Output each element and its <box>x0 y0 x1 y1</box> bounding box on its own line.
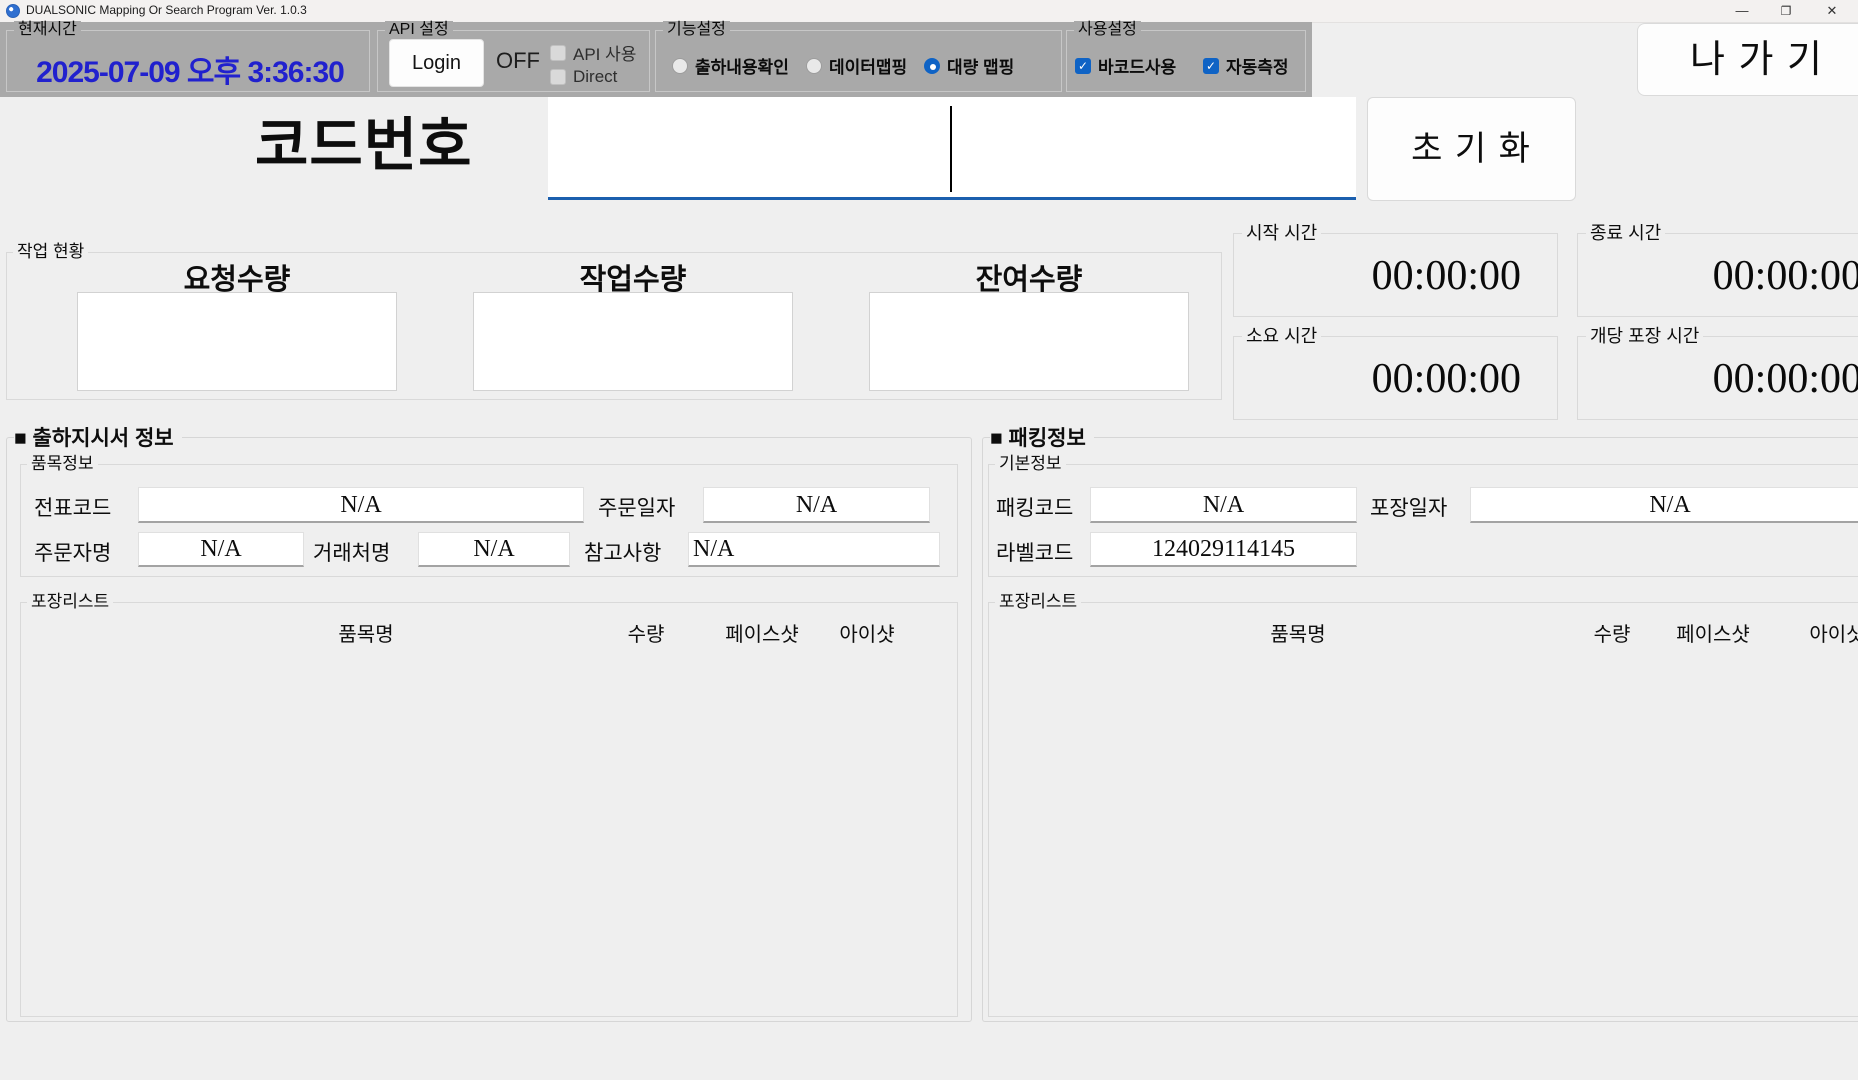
shipping-check-label: 출하내용확인 <box>695 53 789 78</box>
current-time-group: 현재시간 2025-07-09 오후 3:36:30 <box>6 30 370 92</box>
ship-col-eye-shot: 아이샷 <box>817 618 917 647</box>
packing-packing-list-group: 포장리스트 <box>988 602 1858 1017</box>
ship-col-face-shot: 페이스샷 <box>712 618 812 647</box>
remarks-label: 참고사항 <box>584 537 661 567</box>
minimize-icon[interactable]: — <box>1722 0 1762 22</box>
start-time-label: 시작 시간 <box>1242 223 1321 243</box>
pack-col-face-shot: 페이스샷 <box>1663 618 1763 647</box>
shipping-info-title: ■ 출하지시서 정보 <box>14 422 182 452</box>
data-mapping-label: 데이터맵핑 <box>829 53 907 78</box>
function-settings-group: 기능설정 출하내용확인 데이터맵핑 대량 맵핑 <box>655 30 1062 92</box>
orderer-name-label: 주문자명 <box>34 537 111 567</box>
packing-date-label: 포장일자 <box>1370 492 1447 522</box>
reset-button[interactable]: 초 기 화 <box>1367 97 1576 201</box>
bulk-mapping-radio-icon[interactable] <box>924 58 940 74</box>
per-unit-packing-time-group: 개당 포장 시간 00:00:00 <box>1577 336 1858 420</box>
settings-panel: 현재시간 2025-07-09 오후 3:36:30 API 설정 Login … <box>0 22 1312 97</box>
current-time-label: 현재시간 <box>14 21 81 39</box>
per-unit-packing-time-label: 개당 포장 시간 <box>1586 326 1703 346</box>
checkbox-barcode-use[interactable]: 바코드사용 <box>1075 53 1176 78</box>
shipping-packing-list-label: 포장리스트 <box>27 592 113 612</box>
api-status-text: OFF <box>496 48 556 74</box>
maximize-icon[interactable]: ❐ <box>1766 0 1806 22</box>
start-time-value: 00:00:00 <box>1234 252 1557 300</box>
ship-col-item-name: 품목명 <box>286 618 446 647</box>
api-use-checkbox-icon[interactable] <box>550 45 566 61</box>
packing-date-value[interactable]: N/A <box>1470 487 1858 523</box>
packing-code-value[interactable]: N/A <box>1090 487 1357 523</box>
ship-col-qty: 수량 <box>606 618 686 647</box>
slip-code-value[interactable]: N/A <box>138 487 584 523</box>
api-settings-label: API 설정 <box>385 21 453 39</box>
close-icon[interactable]: ✕ <box>1812 0 1852 22</box>
barcode-use-checkbox-icon[interactable] <box>1075 58 1091 74</box>
pack-col-qty: 수량 <box>1572 618 1652 647</box>
text-caret <box>950 106 952 192</box>
usage-settings-group: 사용설정 바코드사용 자동측정 <box>1066 30 1306 92</box>
radio-data-mapping[interactable]: 데이터맵핑 <box>806 53 907 78</box>
shipping-packing-list-group: 포장리스트 <box>20 602 958 1017</box>
label-code-label: 라벨코드 <box>996 537 1073 567</box>
per-unit-packing-time-value: 00:00:00 <box>1578 355 1858 403</box>
end-time-value: 00:00:00 <box>1578 252 1858 300</box>
shipping-check-radio-icon[interactable] <box>672 58 688 74</box>
title-bar: DUALSONIC Mapping Or Search Program Ver.… <box>0 0 1858 23</box>
bulk-mapping-label: 대량 맵핑 <box>947 53 1014 78</box>
order-date-value[interactable]: N/A <box>703 487 930 523</box>
packing-code-label: 패킹코드 <box>996 492 1073 522</box>
checkbox-auto-measure[interactable]: 자동측정 <box>1203 53 1289 78</box>
order-date-label: 주문일자 <box>598 492 675 522</box>
requested-qty-value <box>77 292 397 391</box>
basic-info-label: 기본정보 <box>995 454 1066 474</box>
end-time-label: 종료 시간 <box>1586 223 1665 243</box>
code-number-label: 코드번호 <box>255 98 545 182</box>
code-number-input[interactable] <box>548 97 1356 200</box>
customer-name-value[interactable]: N/A <box>418 532 570 567</box>
elapsed-time-value: 00:00:00 <box>1234 355 1557 403</box>
elapsed-time-label: 소요 시간 <box>1242 326 1321 346</box>
function-settings-label: 기능설정 <box>663 21 730 39</box>
exit-button[interactable]: 나 가 기 <box>1637 23 1858 96</box>
usage-settings-label: 사용설정 <box>1074 21 1141 39</box>
orderer-name-value[interactable]: N/A <box>138 532 304 567</box>
customer-name-label: 거래처명 <box>313 537 390 567</box>
login-button[interactable]: Login <box>389 39 484 87</box>
window-title: DUALSONIC Mapping Or Search Program Ver.… <box>26 3 307 17</box>
packing-info-title: ■ 패킹정보 <box>990 422 1094 452</box>
data-mapping-radio-icon[interactable] <box>806 58 822 74</box>
app-icon <box>6 4 20 18</box>
barcode-use-label: 바코드사용 <box>1098 53 1176 78</box>
start-time-group: 시작 시간 00:00:00 <box>1233 233 1558 317</box>
slip-code-label: 전표코드 <box>34 492 111 522</box>
pack-col-item-name: 품목명 <box>1218 618 1378 647</box>
radio-shipping-check[interactable]: 출하내용확인 <box>672 53 789 78</box>
elapsed-time-group: 소요 시간 00:00:00 <box>1233 336 1558 420</box>
direct-checkbox-icon[interactable] <box>550 69 566 85</box>
item-info-label: 품목정보 <box>27 454 98 474</box>
packing-packing-list-label: 포장리스트 <box>995 592 1081 612</box>
current-time-value: 2025-07-09 오후 3:36:30 <box>17 47 363 91</box>
worked-qty-value <box>473 292 793 391</box>
end-time-group: 종료 시간 00:00:00 <box>1577 233 1858 317</box>
api-use-label: API 사용 <box>573 40 636 65</box>
direct-label: Direct <box>573 67 617 87</box>
pack-col-eye-shot: 아이샷 <box>1787 618 1858 647</box>
remaining-qty-value <box>869 292 1189 391</box>
label-code-value[interactable]: 124029114145 <box>1090 532 1357 567</box>
checkbox-direct[interactable]: Direct <box>550 67 617 87</box>
api-settings-group: API 설정 Login OFF API 사용 Direct <box>377 30 650 92</box>
auto-measure-label: 자동측정 <box>1226 53 1289 78</box>
radio-bulk-mapping[interactable]: 대량 맵핑 <box>924 53 1014 78</box>
checkbox-api-use[interactable]: API 사용 <box>550 40 636 65</box>
remarks-value[interactable]: N/A <box>688 532 940 567</box>
auto-measure-checkbox-icon[interactable] <box>1203 58 1219 74</box>
